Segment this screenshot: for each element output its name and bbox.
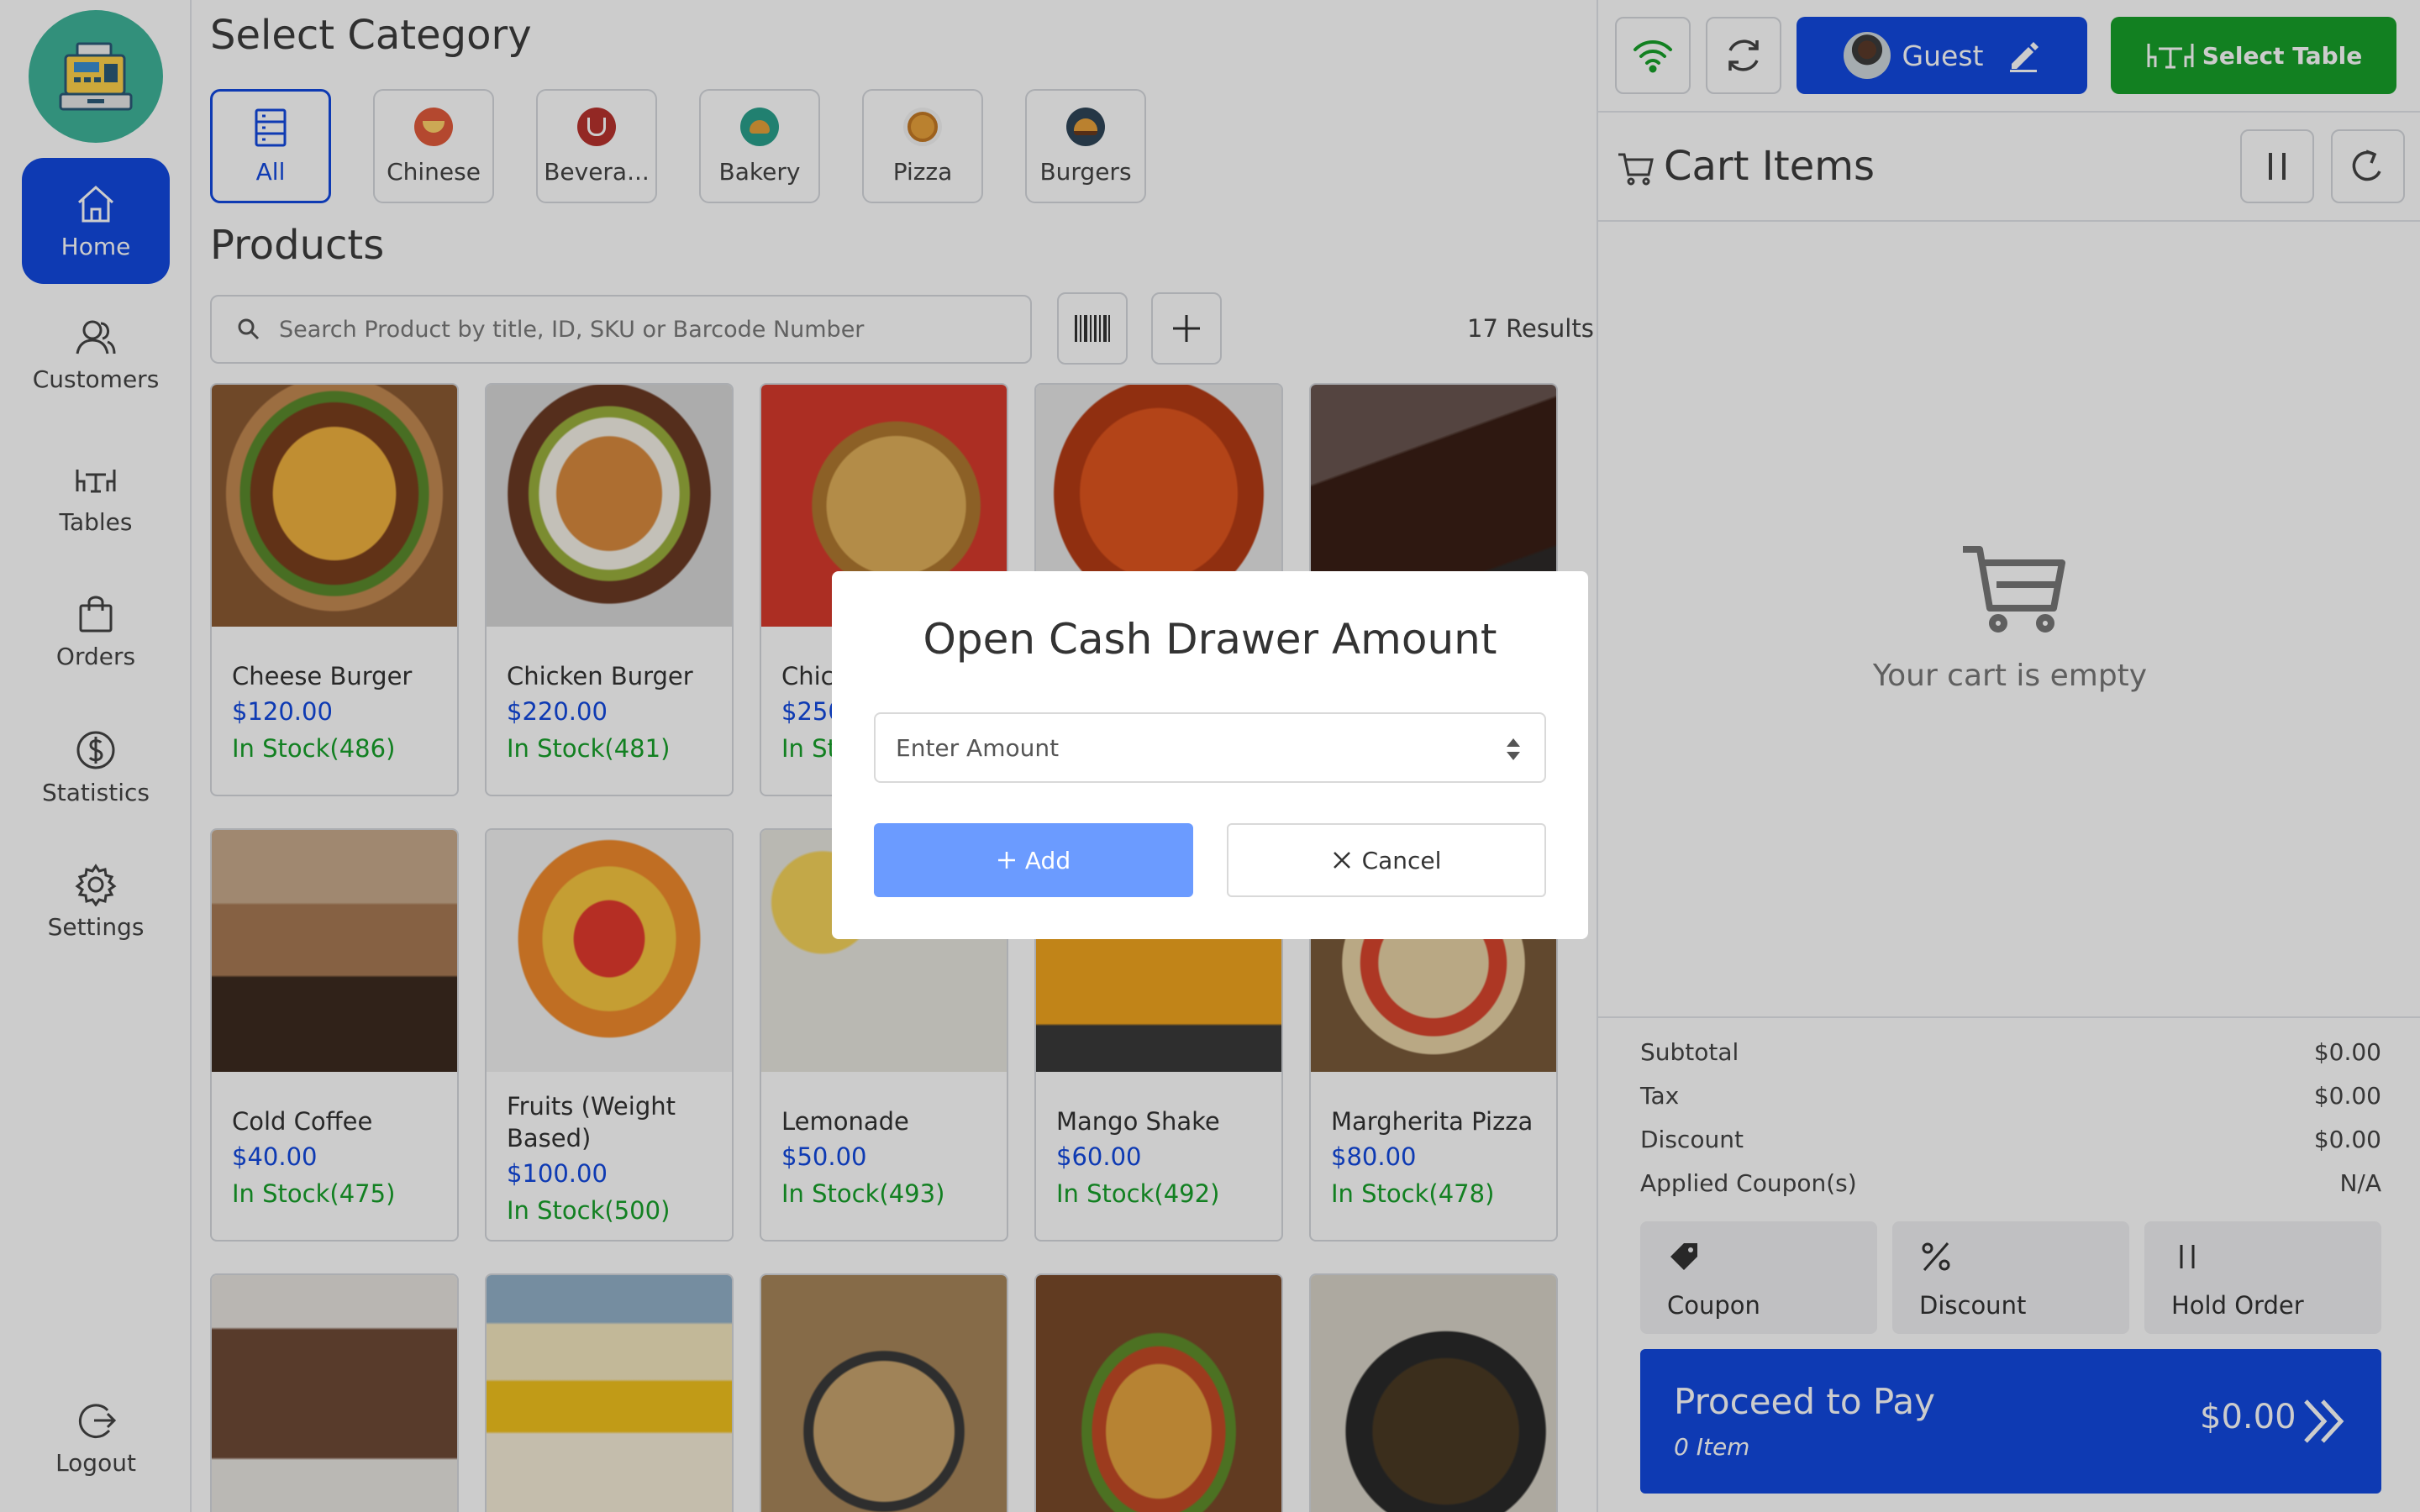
add-label: Add <box>1024 846 1071 874</box>
close-icon <box>1333 852 1350 869</box>
cash-drawer-modal: Open Cash Drawer Amount Enter Amount Add… <box>832 571 1588 939</box>
cancel-label: Cancel <box>1361 846 1442 874</box>
plus-icon <box>997 852 1015 869</box>
amount-placeholder: Enter Amount <box>896 733 1060 762</box>
add-amount-button[interactable]: Add <box>874 823 1193 897</box>
modal-title: Open Cash Drawer Amount <box>923 615 1497 664</box>
amount-input[interactable]: Enter Amount <box>874 712 1546 783</box>
number-stepper-icon[interactable] <box>1504 736 1523 763</box>
cancel-button[interactable]: Cancel <box>1227 823 1546 897</box>
